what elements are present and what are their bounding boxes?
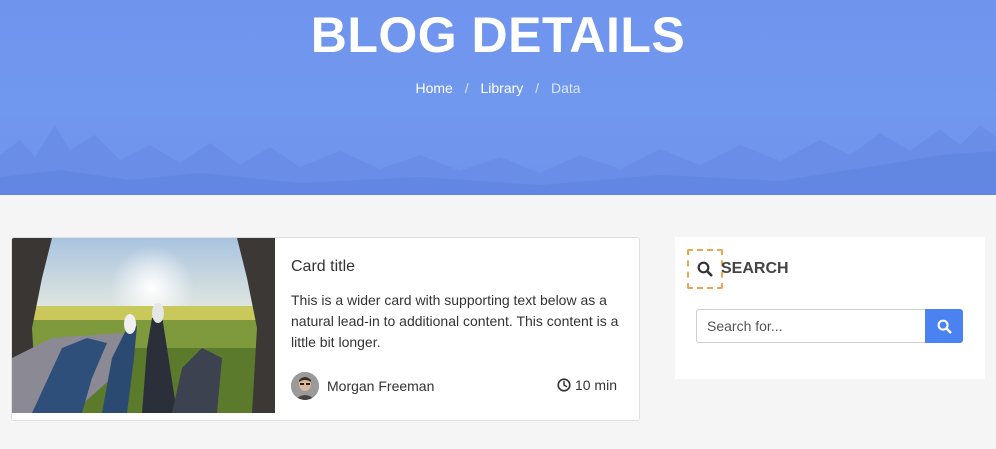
page-hero: BLOG DETAILS Home / Library / Data [0,0,996,195]
author-name[interactable]: Morgan Freeman [327,378,434,394]
search-widget: SEARCH [675,237,985,379]
forest-silhouette-background [0,125,996,195]
card-title[interactable]: Card title [291,258,355,276]
read-time-value: 10 min [574,377,617,393]
search-widget-header: SEARCH [687,249,789,289]
page-title: BLOG DETAILS [310,7,686,63]
breadcrumb-separator: / [464,80,469,96]
card-image [12,238,275,413]
card-text: This is a wider card with supporting tex… [291,292,619,350]
breadcrumb: Home / Library / Data [0,80,996,96]
breadcrumb-current: Data [550,80,581,96]
blog-card: Card title This is a wider card with sup… [11,237,640,421]
search-widget-title: SEARCH [721,260,789,277]
search-icon [937,319,952,334]
avatar [291,372,319,400]
search-input[interactable] [696,309,925,343]
search-button[interactable] [925,309,963,343]
breadcrumb-library-link[interactable]: Library [480,80,523,96]
search-icon [687,249,723,289]
clock-icon [557,378,571,392]
author[interactable]: Morgan Freeman [291,371,434,401]
breadcrumb-separator: / [535,80,540,96]
breadcrumb-home-link[interactable]: Home [415,80,452,96]
search-form [696,309,963,343]
card-body: Card title This is a wider card with sup… [291,238,636,420]
read-time: 10 min [557,377,617,393]
